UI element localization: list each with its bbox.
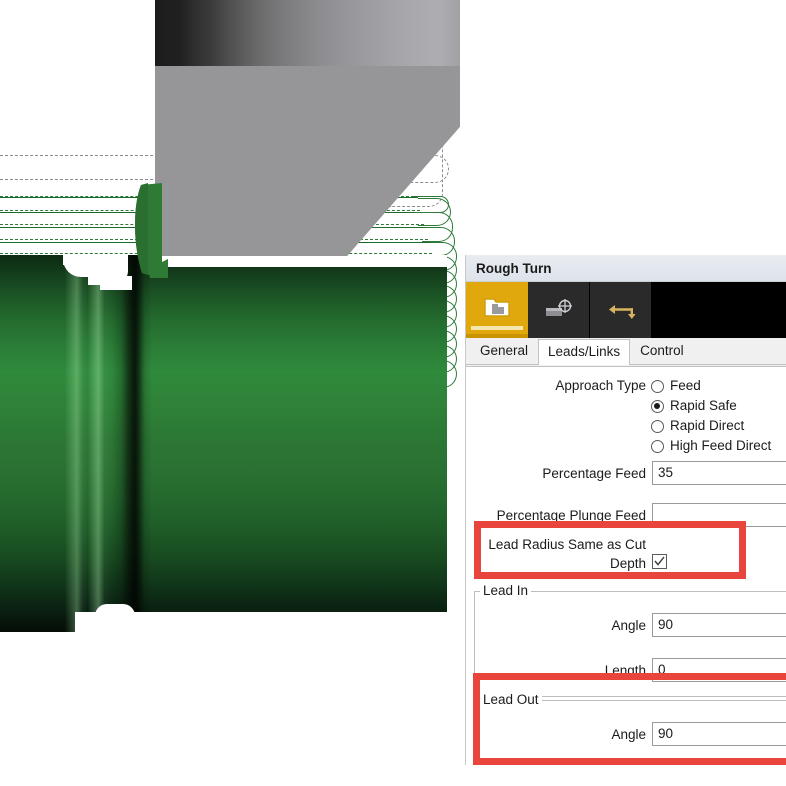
dialog-tabs[interactable]: General Leads/Links Control	[466, 338, 786, 365]
highlight-lead-radius-same-as-cut-depth	[474, 521, 746, 579]
cutting-insert	[135, 183, 168, 278]
radio-approach-feed[interactable]: Feed	[651, 376, 771, 396]
radio-approach-high-feed-direct[interactable]: High Feed Direct	[651, 436, 771, 456]
lead-in-angle-label: Angle	[611, 618, 646, 633]
screen: Rough Turn General Leads/Links Control A…	[0, 0, 786, 786]
radio-label: Rapid Direct	[670, 418, 745, 433]
workpiece-model	[0, 255, 447, 632]
radio-icon	[651, 379, 664, 393]
toolpath-page-icon[interactable]	[466, 282, 528, 338]
dialog-title: Rough Turn	[466, 255, 786, 282]
radio-icon	[651, 419, 664, 433]
radio-icon	[651, 399, 664, 413]
dialog-toolbar[interactable]	[466, 282, 786, 338]
tool-crosshair-icon	[545, 299, 572, 316]
percentage-feed-input[interactable]: 35	[652, 461, 786, 485]
lead-in-group-caption: Lead In	[480, 584, 532, 598]
stock-notch	[100, 276, 132, 290]
radio-approach-rapid-direct[interactable]: Rapid Direct	[651, 416, 771, 436]
double-arrow-icon	[608, 305, 636, 319]
folder-part-icon	[484, 298, 510, 317]
tab-leads-links[interactable]: Leads/Links	[538, 339, 631, 365]
approach-type-label: Approach Type	[555, 378, 646, 393]
stock-notch-bottom	[95, 604, 135, 634]
tab-control[interactable]: Control	[630, 338, 694, 364]
radio-label: Rapid Safe	[670, 398, 737, 413]
workpiece-highlight	[0, 255, 447, 632]
toolbar-empty-area	[652, 282, 786, 338]
lead-in-angle-input[interactable]: 90	[652, 613, 786, 637]
tool-page-icon[interactable]	[528, 282, 590, 338]
percentage-feed-label: Percentage Feed	[542, 466, 646, 481]
tab-general[interactable]: General	[470, 338, 538, 364]
highlight-lead-out-group	[473, 673, 786, 765]
leads-links-page-icon[interactable]	[590, 282, 652, 338]
workpiece-shoulder-shade	[93, 255, 145, 632]
cam-simulation-viewport[interactable]	[0, 0, 470, 786]
radio-approach-rapid-safe[interactable]: Rapid Safe	[651, 396, 771, 416]
tool-holder-shank	[155, 0, 460, 66]
radio-icon	[651, 439, 664, 453]
radio-label: High Feed Direct	[670, 438, 772, 453]
stock-notch	[145, 255, 447, 267]
radio-label: Feed	[670, 378, 701, 393]
